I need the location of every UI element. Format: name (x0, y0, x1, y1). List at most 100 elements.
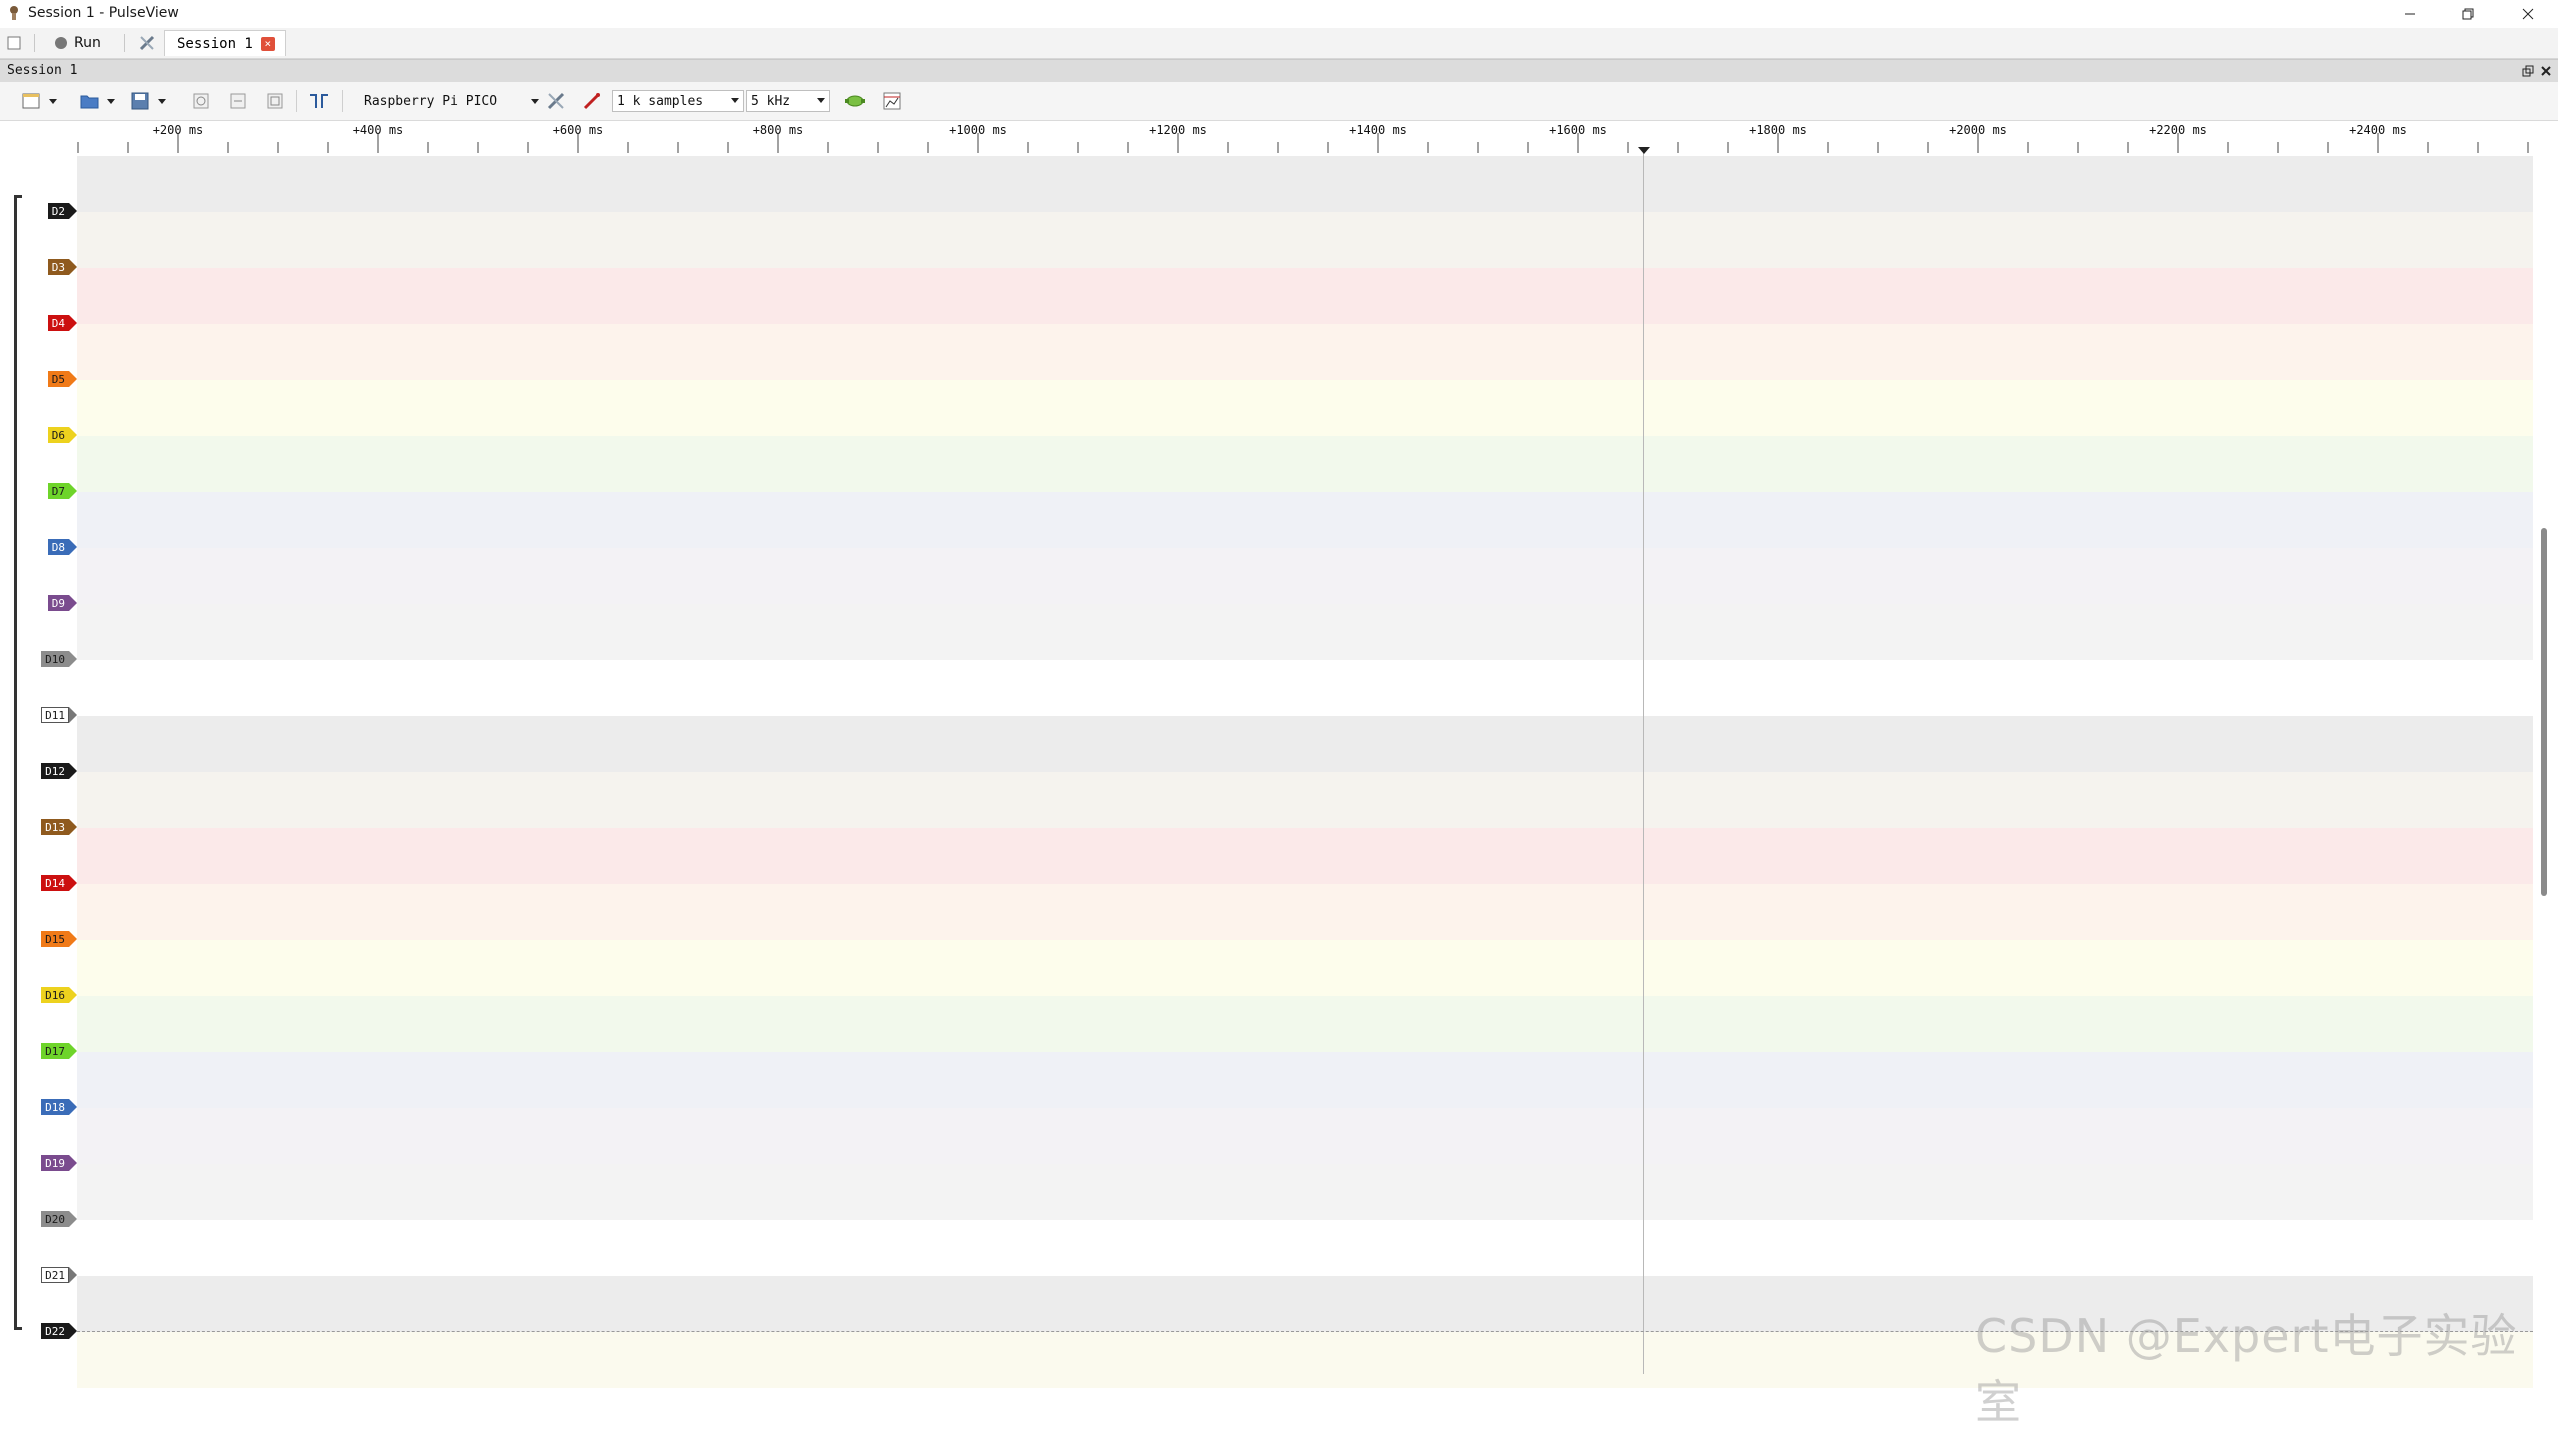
sample-count-value: 1 k samples (617, 93, 704, 109)
channel-label-d12[interactable]: D12 (41, 763, 77, 779)
open-button[interactable] (80, 91, 116, 111)
zoom-fit-icon (267, 93, 283, 109)
trace-row[interactable] (77, 1220, 2533, 1276)
add-decoder-button[interactable] (844, 91, 866, 111)
channel-arrow-icon (69, 1323, 77, 1339)
watermark-text: CSDN @Expert电子实验室 (1975, 1309, 2518, 1429)
trace-row[interactable] (77, 660, 2533, 716)
close-tab-icon[interactable]: × (260, 36, 275, 51)
session-tab-label: Session 1 (177, 35, 253, 52)
tab-session-1[interactable]: Session 1 × (164, 30, 286, 56)
cursor-icon (310, 94, 328, 108)
channel-label-d15[interactable]: D15 (41, 931, 77, 947)
channel-name: D15 (41, 931, 69, 947)
ruler-label: +2000 ms (1949, 123, 2007, 137)
save-button[interactable] (131, 91, 167, 111)
channel-arrow-icon (69, 707, 77, 723)
dock-title: Session 1 (7, 63, 78, 78)
ruler-label: +2400 ms (2349, 123, 2407, 137)
sample-count-select[interactable]: 1 k samples (612, 90, 744, 112)
channel-label-d14[interactable]: D14 (41, 875, 77, 891)
restore-button[interactable] (2440, 0, 2496, 28)
dropdown-arrow-icon (531, 99, 539, 104)
channel-label-d10[interactable]: D10 (41, 651, 77, 667)
math-channel-button[interactable] (882, 91, 902, 111)
time-cursor-marker[interactable] (1638, 147, 1650, 154)
device-selector[interactable]: Raspberry Pi PICO (364, 90, 540, 112)
trace-row[interactable] (77, 1164, 2533, 1220)
probe-icon (583, 93, 600, 110)
zoom-out-button[interactable] (229, 91, 247, 111)
trace-row[interactable] (77, 716, 2533, 772)
channel-label-d18[interactable]: D18 (41, 1099, 77, 1115)
probes-button[interactable] (582, 91, 602, 111)
zoom-fit-button[interactable] (266, 91, 284, 111)
samplerate-value: 5 kHz (751, 93, 791, 109)
trace-row[interactable] (77, 212, 2533, 268)
trace-row[interactable] (77, 1108, 2533, 1164)
channel-label-d9[interactable]: D9 (47, 595, 77, 611)
time-cursor-line[interactable] (1643, 150, 1644, 1374)
new-view-button[interactable] (22, 91, 58, 111)
channel-arrow-icon (69, 315, 77, 331)
trace-row[interactable] (77, 1052, 2533, 1108)
channel-label-d19[interactable]: D19 (41, 1155, 77, 1171)
channel-label-d6[interactable]: D6 (47, 427, 77, 443)
channel-label-d17[interactable]: D17 (41, 1043, 77, 1059)
close-window-button[interactable] (2500, 0, 2556, 28)
trace-row[interactable] (77, 268, 2533, 324)
ruler-label: +200 ms (153, 123, 204, 137)
trace-row[interactable] (77, 884, 2533, 940)
channel-name: D13 (41, 819, 69, 835)
trace-row[interactable] (77, 324, 2533, 380)
trace-row[interactable] (77, 828, 2533, 884)
minimize-button[interactable] (2382, 0, 2438, 28)
channel-arrow-icon (69, 483, 77, 499)
channel-arrow-icon (69, 259, 77, 275)
channel-label-d20[interactable]: D20 (41, 1211, 77, 1227)
channel-label-d21[interactable]: D21 (41, 1267, 77, 1283)
time-ruler[interactable]: +200 ms +400 ms +600 ms +800 ms +1000 ms +120… (0, 121, 2558, 156)
trace-row[interactable] (77, 380, 2533, 436)
channel-label-d13[interactable]: D13 (41, 819, 77, 835)
configure-device-button[interactable] (546, 91, 566, 111)
channel-group-bracket[interactable] (14, 195, 22, 1330)
channel-name: D10 (41, 651, 69, 667)
close-dock-icon[interactable] (2540, 65, 2552, 77)
ruler-label: +400 ms (353, 123, 404, 137)
channel-label-d11[interactable]: D11 (41, 707, 77, 723)
channel-label-d5[interactable]: D5 (47, 371, 77, 387)
new-session-button[interactable] (7, 28, 21, 58)
zoom-in-button[interactable] (192, 91, 210, 111)
channel-arrow-icon (69, 819, 77, 835)
settings-tools-button[interactable] (138, 28, 156, 58)
channel-name: D16 (41, 987, 69, 1003)
trace-row[interactable] (77, 996, 2533, 1052)
trace-row[interactable] (77, 436, 2533, 492)
channel-label-d22[interactable]: D22 (41, 1323, 77, 1339)
session-dock-header: Session 1 (0, 59, 2558, 83)
channel-arrow-icon (69, 987, 77, 1003)
show-cursors-button[interactable] (308, 91, 330, 111)
channel-name: D4 (47, 315, 69, 331)
scrollbar-thumb[interactable] (2541, 528, 2547, 896)
trace-row[interactable] (77, 604, 2533, 660)
run-button[interactable]: Run (54, 28, 101, 58)
vertical-scrollbar[interactable] (2533, 156, 2558, 1374)
trace-row[interactable] (77, 940, 2533, 996)
samplerate-select[interactable]: 5 kHz (746, 90, 830, 112)
channel-label-d8[interactable]: D8 (47, 539, 77, 555)
trace-row[interactable] (77, 772, 2533, 828)
channel-label-d2[interactable]: D2 (47, 203, 77, 219)
trace-row[interactable] (77, 548, 2533, 604)
channel-label-d7[interactable]: D7 (47, 483, 77, 499)
float-dock-icon[interactable] (2522, 65, 2534, 77)
trace-row[interactable] (77, 156, 2533, 212)
channel-label-d4[interactable]: D4 (47, 315, 77, 331)
channel-label-d3[interactable]: D3 (47, 259, 77, 275)
channel-name: D11 (41, 707, 69, 723)
channel-label-d16[interactable]: D16 (41, 987, 77, 1003)
trace-row[interactable] (77, 492, 2533, 548)
trace-area[interactable] (77, 156, 2533, 1388)
save-icon (131, 92, 149, 110)
